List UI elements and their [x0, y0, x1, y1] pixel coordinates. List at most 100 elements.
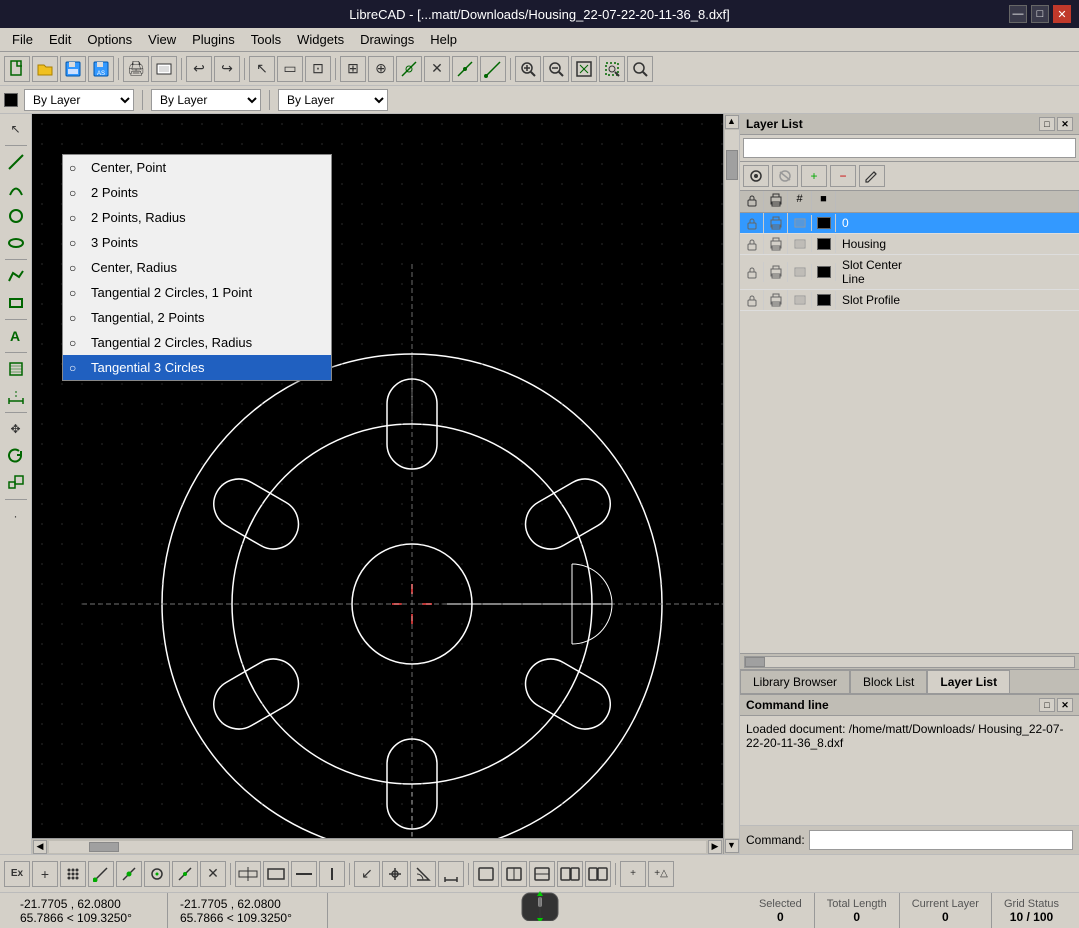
hscroll-right-button[interactable]: ▶ [708, 840, 722, 854]
hide-all-layers-button[interactable] [772, 165, 798, 187]
close-button[interactable]: ✕ [1053, 5, 1071, 23]
tool-pointer[interactable]: ↖ [3, 116, 29, 142]
cm-tan2pts[interactable]: ○ Tangential, 2 Points [63, 305, 331, 330]
snap-mid-button[interactable] [452, 56, 478, 82]
layer-0-lock[interactable] [740, 213, 764, 233]
tool-polyline[interactable] [3, 263, 29, 289]
snap-middle-btn[interactable] [172, 861, 198, 887]
cm-tan3c[interactable]: ○ Tangential 3 Circles [63, 355, 331, 380]
undo-button[interactable]: ↩ [186, 56, 212, 82]
save-button[interactable] [60, 56, 86, 82]
linetype-selector[interactable]: By Layer [151, 89, 261, 111]
snap-center-btn[interactable] [144, 861, 170, 887]
minimize-button[interactable]: — [1009, 5, 1027, 23]
canvas-area[interactable]: ▲ ▼ ◀ ▶ ○ Center, Point ○ 2 Points [32, 114, 739, 854]
relative-zero-btn[interactable]: ↙ [354, 861, 380, 887]
coord-absolute-btn[interactable]: + [620, 861, 646, 887]
hscrollbar[interactable]: ◀ ▶ [32, 838, 723, 854]
layer-slotcenter-name[interactable]: Slot CenterLine [836, 255, 1079, 289]
add-layer-button[interactable]: + [801, 165, 827, 187]
screen-left-btn[interactable] [557, 861, 583, 887]
layer-0-print[interactable] [764, 213, 788, 233]
restrict-hor-btn[interactable] [291, 861, 317, 887]
layer-slotcenter-color[interactable] [812, 263, 836, 281]
cm-2points-radius[interactable]: ○ 2 Points, Radius [63, 205, 331, 230]
color-swatch[interactable] [4, 93, 18, 107]
layer-housing-print[interactable] [764, 234, 788, 254]
saveas-button[interactable]: AS [88, 56, 114, 82]
screen-vert-btn[interactable] [529, 861, 555, 887]
snap-end-button[interactable] [480, 56, 506, 82]
menu-options[interactable]: Options [79, 30, 140, 49]
layer-row-housing[interactable]: Housing [740, 234, 1079, 255]
color-selector[interactable]: By Layer [24, 89, 134, 111]
coord-relative-btn[interactable]: +△ [648, 861, 674, 887]
snap-grid-btn2[interactable] [60, 861, 86, 887]
layer-slotprofile-name[interactable]: Slot Profile [836, 290, 1079, 310]
cm-3points[interactable]: ○ 3 Points [63, 230, 331, 255]
tool-hatch[interactable] [3, 356, 29, 382]
layer-housing-name[interactable]: Housing [836, 234, 1079, 254]
tool-arc[interactable] [3, 176, 29, 202]
zoom-selection-button[interactable] [599, 56, 625, 82]
snap-distance-btn[interactable] [438, 861, 464, 887]
layer-row-0[interactable]: 0 [740, 213, 1079, 234]
zoom-out-button[interactable] [543, 56, 569, 82]
layer-hscroll-track[interactable] [744, 656, 1075, 668]
maximize-button[interactable]: □ [1031, 5, 1049, 23]
menu-drawings[interactable]: Drawings [352, 30, 422, 49]
deselect-button[interactable]: ⊡ [305, 56, 331, 82]
layer-slotcenter-lock[interactable] [740, 262, 764, 282]
layer-search-input[interactable] [743, 138, 1076, 158]
zoom-in-button[interactable] [515, 56, 541, 82]
tool-move[interactable]: ✥ [3, 416, 29, 442]
select-window-button[interactable]: ▭ [277, 56, 303, 82]
menu-help[interactable]: Help [422, 30, 465, 49]
vscroll-track[interactable] [725, 130, 739, 838]
layer-slotprofile-lock[interactable] [740, 290, 764, 310]
cmdline-float-button[interactable]: □ [1039, 698, 1055, 712]
show-all-layers-button[interactable] [743, 165, 769, 187]
zoom-previous-button[interactable] [627, 56, 653, 82]
layer-slotprofile-print[interactable] [764, 290, 788, 310]
vscrollbar[interactable]: ▲ ▼ [723, 114, 739, 854]
remove-layer-button[interactable]: − [830, 165, 856, 187]
command-input[interactable] [809, 830, 1073, 850]
tool-text[interactable]: A [3, 323, 29, 349]
cm-tan2c-radius[interactable]: ○ Tangential 2 Circles, Radius [63, 330, 331, 355]
cm-tan2c1p[interactable]: ○ Tangential 2 Circles, 1 Point [63, 280, 331, 305]
print-preview-button[interactable] [151, 56, 177, 82]
snap-dist-btn[interactable]: ✕ [200, 861, 226, 887]
layer-housing-lock[interactable] [740, 234, 764, 254]
hscroll-track[interactable] [49, 841, 706, 853]
menu-file[interactable]: File [4, 30, 41, 49]
vscroll-thumb[interactable] [726, 150, 738, 180]
hscroll-left-button[interactable]: ◀ [33, 840, 47, 854]
layer-slotprofile-vis[interactable] [788, 292, 812, 308]
tool-rect[interactable] [3, 290, 29, 316]
menu-tools[interactable]: Tools [243, 30, 289, 49]
menu-plugins[interactable]: Plugins [184, 30, 243, 49]
tab-layer-list[interactable]: Layer List [927, 670, 1010, 693]
layer-list-float-button[interactable]: □ [1039, 117, 1055, 131]
tool-line[interactable] [3, 149, 29, 175]
tab-library-browser[interactable]: Library Browser [740, 670, 850, 693]
snap-point-button[interactable]: ⊕ [368, 56, 394, 82]
screen-right-btn[interactable] [585, 861, 611, 887]
redo-button[interactable]: ↪ [214, 56, 240, 82]
new-file-button[interactable] [4, 56, 30, 82]
cm-2points[interactable]: ○ 2 Points [63, 180, 331, 205]
layer-list-close-button[interactable]: ✕ [1057, 117, 1073, 131]
print-button[interactable]: 🖨 [123, 56, 149, 82]
layer-0-vis[interactable] [788, 215, 812, 231]
vscroll-up-button[interactable]: ▲ [725, 115, 739, 129]
hscroll-thumb[interactable] [89, 842, 119, 852]
tool-point[interactable]: · [3, 503, 29, 529]
snap-onentity-btn[interactable] [116, 861, 142, 887]
screen-full-btn[interactable] [473, 861, 499, 887]
layer-hscrollbar[interactable] [740, 653, 1079, 669]
screen-horiz-btn[interactable] [501, 861, 527, 887]
menu-view[interactable]: View [140, 30, 184, 49]
snap-angle-btn[interactable] [410, 861, 436, 887]
ex-button[interactable]: Ex [4, 861, 30, 887]
